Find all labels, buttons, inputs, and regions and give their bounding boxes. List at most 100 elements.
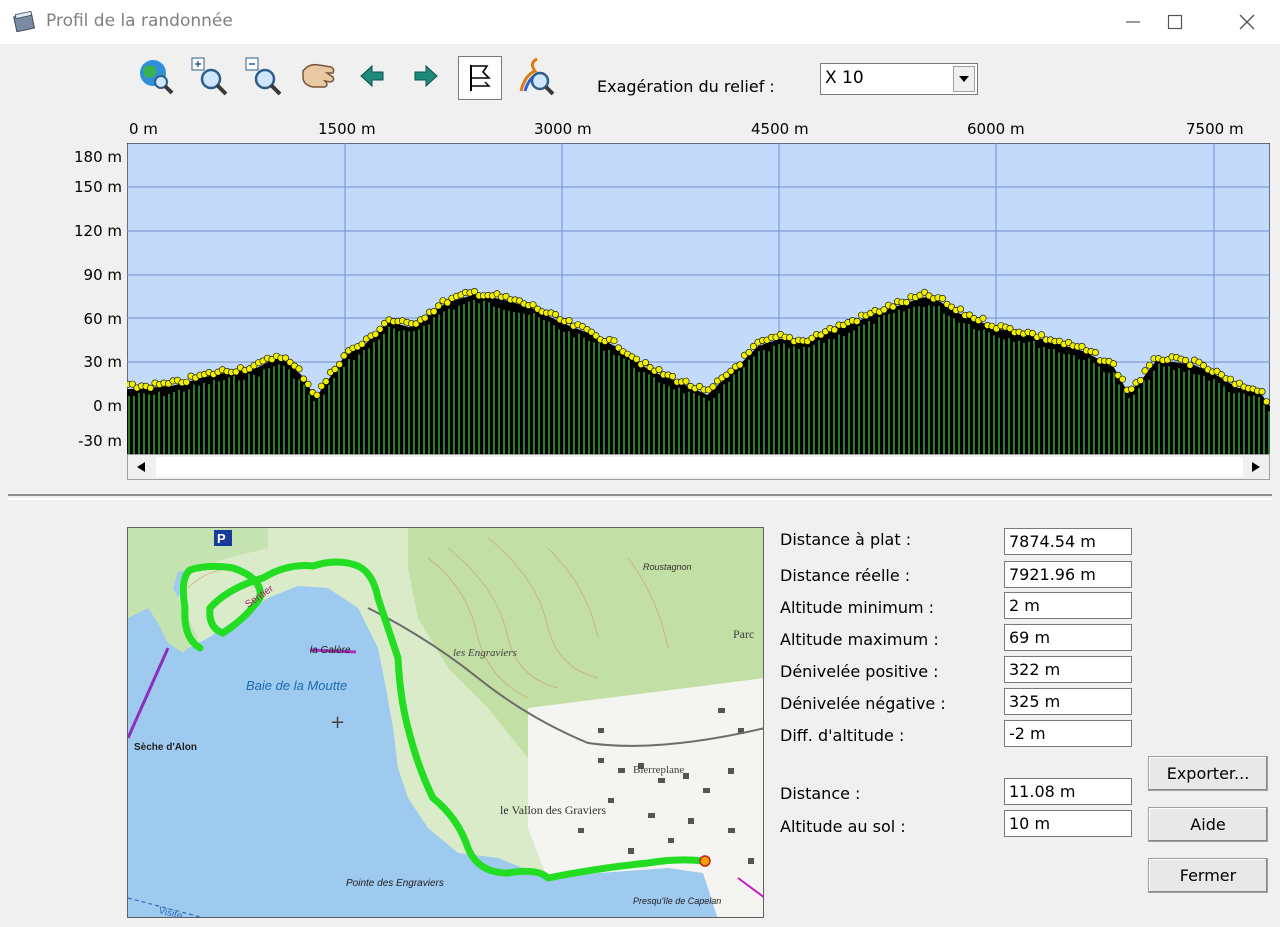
y-tick-label: -30 m — [78, 432, 122, 450]
flag-icon — [470, 65, 491, 91]
elevation-point — [340, 352, 348, 360]
scroll-right-button[interactable] — [1243, 455, 1269, 479]
elevation-point — [376, 325, 384, 333]
title-bar: Profil de la randonnée — [0, 0, 1280, 44]
cursor-altitude-value: 10 m — [1004, 810, 1132, 837]
elevation-point — [1136, 377, 1144, 385]
flag-button[interactable] — [458, 56, 502, 100]
cursor-distance-label: Distance : — [780, 784, 861, 803]
elevation-point — [1118, 375, 1126, 383]
notebook-icon — [12, 10, 36, 33]
x-tick-label: 4500 m — [751, 120, 809, 138]
elevation-profile-chart[interactable] — [124, 142, 1271, 455]
scroll-left-button[interactable] — [128, 455, 154, 479]
elevation-point — [682, 377, 690, 385]
elevation-point — [146, 384, 154, 392]
elevation-point — [902, 298, 910, 306]
trail-zoom-icon — [519, 57, 555, 96]
relief-select[interactable]: X 10 — [820, 63, 978, 95]
close-button[interactable]: Fermer — [1148, 858, 1268, 893]
elevation-point — [372, 330, 380, 338]
elevation-point — [745, 349, 753, 357]
elevation-point — [1258, 388, 1266, 396]
elevation-point — [300, 375, 308, 383]
elevation-point — [1186, 361, 1194, 369]
toolbar: Exagération du relief : X 10 — [0, 44, 1280, 114]
elevation-point — [336, 360, 344, 368]
arrow-left-icon — [360, 64, 384, 88]
map-label: les Engraviers — [453, 647, 517, 659]
zoom-out-button[interactable] — [242, 54, 286, 98]
elevation-point — [551, 311, 559, 319]
elevation-point — [889, 303, 897, 311]
window-title: Profil de la randonnée — [46, 11, 233, 31]
maximize-icon — [1167, 14, 1183, 30]
elevation-point — [304, 380, 312, 388]
y-tick-label: 180 m — [73, 148, 122, 166]
elevation-point — [313, 391, 321, 399]
elevation-profile-svg[interactable] — [124, 142, 1271, 455]
zoom-in-button[interactable] — [188, 54, 232, 98]
x-tick-label: 6000 m — [967, 120, 1025, 138]
map-label: Roustagnon — [643, 562, 692, 572]
cursor-marker — [699, 855, 711, 867]
splitter[interactable] — [8, 494, 1272, 500]
export-button[interactable]: Exporter... — [1148, 756, 1268, 791]
elevation-point — [1127, 385, 1135, 393]
elevation-point — [1109, 360, 1117, 368]
scroll-thumb[interactable] — [156, 457, 1243, 477]
stat-label: Distance réelle : — [780, 566, 911, 585]
close-icon — [1239, 14, 1255, 30]
trail-zoom-button[interactable] — [514, 54, 558, 98]
elevation-point — [421, 314, 429, 322]
elevation-point — [565, 317, 573, 325]
stat-value: 2 m — [1004, 592, 1132, 619]
y-tick-label: 150 m — [73, 178, 122, 196]
map-svg[interactable]: P + Baie de la Moutte la Galère les Engr… — [128, 528, 764, 918]
elevation-point — [853, 318, 861, 326]
stat-label: Dénivelée positive : — [780, 662, 939, 681]
stat-label: Altitude minimum : — [780, 598, 935, 617]
next-button[interactable] — [404, 54, 448, 98]
stat-value: 7874.54 m — [1004, 528, 1132, 555]
horizontal-scrollbar[interactable] — [127, 454, 1270, 480]
pan-hand-icon — [302, 63, 335, 88]
scroll-right-icon — [1252, 462, 1260, 472]
elevation-point — [295, 365, 303, 373]
help-button[interactable]: Aide — [1148, 807, 1268, 842]
map-label: le Vallon des Graviers — [500, 803, 606, 817]
chevron-down-icon[interactable] — [953, 66, 975, 92]
x-tick-label: 1500 m — [318, 120, 376, 138]
globe-zoom-button[interactable] — [134, 54, 178, 98]
elevation-point — [610, 337, 618, 345]
elevation-point — [1263, 398, 1271, 406]
map-label: la Galère — [310, 645, 351, 656]
elevation-point — [979, 314, 987, 322]
topographic-map[interactable]: P + Baie de la Moutte la Galère les Engr… — [127, 527, 764, 918]
relief-select-value: X 10 — [825, 68, 864, 88]
elevation-point — [736, 361, 744, 369]
stat-value: -2 m — [1004, 720, 1132, 747]
close-window-button[interactable] — [1210, 0, 1280, 44]
elevation-point — [668, 372, 676, 380]
map-label: Presqu'île de Capelan — [633, 896, 721, 906]
globe-zoom-icon — [140, 60, 174, 95]
zoom-in-icon — [191, 57, 228, 96]
y-tick-label: 90 m — [83, 266, 122, 284]
elevation-point — [1145, 361, 1153, 369]
elevation-point — [655, 366, 663, 374]
elevation-point — [632, 355, 640, 363]
y-tick-label: 120 m — [73, 222, 122, 240]
svg-text:+: + — [330, 712, 345, 733]
relief-label: Exagération du relief : — [597, 77, 775, 96]
map-label: Parc — [733, 627, 754, 641]
maximize-button[interactable] — [1138, 0, 1212, 44]
zoom-out-icon — [245, 57, 282, 96]
previous-button[interactable] — [350, 54, 394, 98]
x-tick-label: 3000 m — [534, 120, 592, 138]
elevation-point — [1091, 349, 1099, 357]
elevation-point — [1227, 375, 1235, 383]
elevation-point — [182, 378, 190, 386]
pan-hand-button[interactable] — [296, 54, 340, 98]
scroll-left-icon — [137, 462, 145, 472]
